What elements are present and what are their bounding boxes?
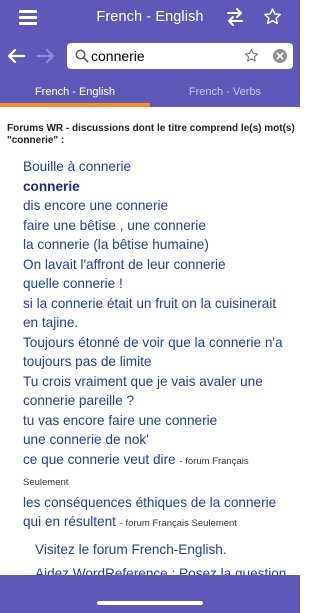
thread-link[interactable]: Tu crois vraiment que je vais avaler une…: [23, 372, 295, 411]
thread-link[interactable]: dis encore une connerie: [23, 196, 295, 216]
bottom-bar: [0, 575, 300, 613]
search-box: [67, 43, 293, 69]
thread-link[interactable]: tu vas encore faire une connerie: [23, 411, 295, 431]
active-tab-indicator: [0, 103, 150, 107]
forum-heading: Forums WR - discussions dont le titre co…: [7, 123, 295, 146]
thread-link[interactable]: faire une bêtise , une connerie: [23, 216, 295, 236]
thread-list: Bouille à connerie connerie dis encore u…: [23, 157, 295, 534]
swap-icon[interactable]: [226, 7, 244, 27]
thread-link[interactable]: Bouille à connerie: [23, 157, 295, 177]
app-header: French - English French - English F: [0, 0, 300, 107]
search-input[interactable]: [91, 46, 241, 66]
top-bar: French - English: [0, 0, 300, 36]
visit-forum-link[interactable]: Visitez le forum French-English.: [35, 542, 227, 557]
thread-link[interactable]: la connerie (la bêtise humaine): [23, 235, 295, 255]
clear-search-icon[interactable]: [273, 49, 287, 63]
thread-link[interactable]: si la connerie était un fruit on la cuis…: [23, 294, 295, 333]
tab-french-verbs[interactable]: French - Verbs: [150, 82, 300, 107]
page-title: French - English: [96, 9, 204, 25]
thread-link[interactable]: quelle connerie !: [23, 274, 295, 294]
thread-link[interactable]: ce que connerie veut dire - forum França…: [23, 450, 295, 493]
search-icon: [75, 49, 89, 63]
thread-link[interactable]: Toujours étonné de voir que la connerie …: [23, 333, 295, 372]
star-icon[interactable]: [263, 7, 282, 26]
forum-note: - forum Français Seulement: [119, 518, 237, 529]
star-outline-icon[interactable]: [244, 48, 259, 63]
back-arrow-icon[interactable]: [6, 46, 26, 66]
thread-link[interactable]: connerie: [23, 177, 295, 197]
thread-link[interactable]: On lavait l'affront de leur connerie: [23, 255, 295, 275]
home-indicator: [97, 601, 203, 605]
thread-link[interactable]: une connerie de nok': [23, 430, 295, 450]
forward-arrow-icon: [36, 48, 55, 64]
thread-link[interactable]: les conséquences éthiques de la connerie…: [23, 493, 295, 534]
